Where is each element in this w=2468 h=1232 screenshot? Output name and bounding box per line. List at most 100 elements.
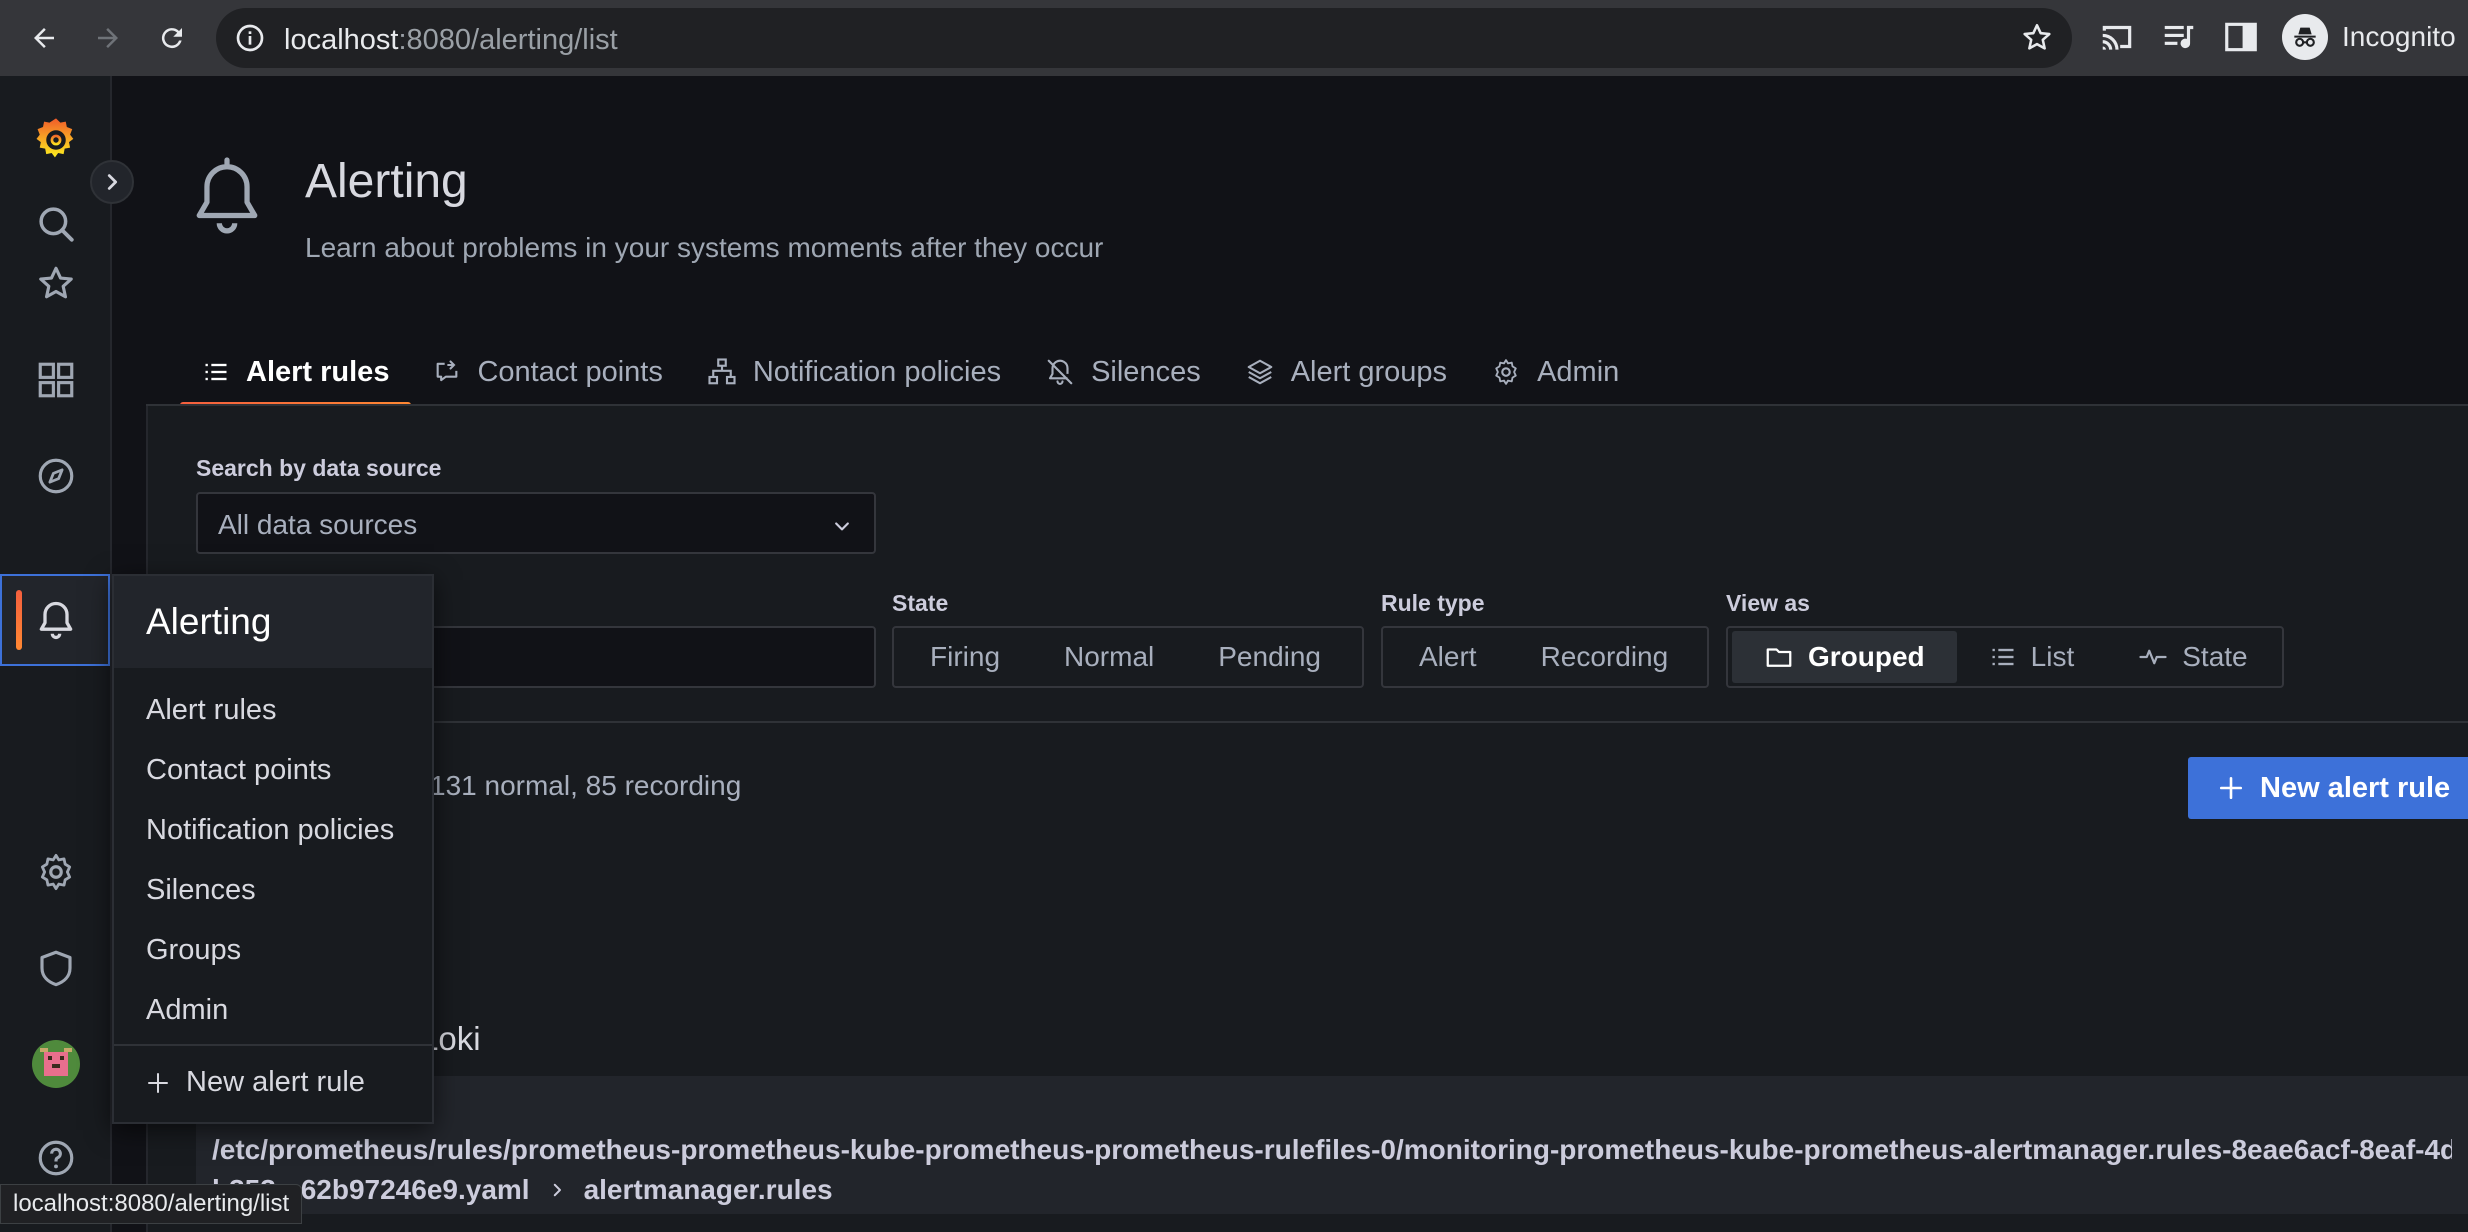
state-radio-group: Firing Normal Pending bbox=[892, 626, 1364, 688]
view-as-radio-group: Grouped List State bbox=[1726, 626, 2284, 688]
chevron-right-small-icon bbox=[553, 1183, 561, 1197]
rule-group-path: /etc/prometheus/rules/prometheus-prometh… bbox=[212, 1134, 2452, 1165]
chevron-right-icon bbox=[107, 174, 118, 190]
flyout-item-groups[interactable]: Groups bbox=[114, 920, 432, 980]
tab-label: Alert rules bbox=[246, 355, 390, 388]
cast-icon[interactable] bbox=[2098, 18, 2136, 56]
flyout-item-notification-policies[interactable]: Notification policies bbox=[114, 800, 432, 860]
heartbeat-icon bbox=[2139, 649, 2167, 665]
tab-contact-points[interactable]: Contact points bbox=[411, 340, 684, 404]
search-icon[interactable] bbox=[28, 196, 84, 252]
list-icon bbox=[205, 363, 227, 381]
rules-summary: 131 normal, 85 recording bbox=[430, 770, 742, 801]
folder-icon bbox=[1766, 648, 1792, 667]
view-state-option[interactable]: State bbox=[2106, 631, 2279, 683]
user-avatar-icon[interactable] bbox=[28, 1036, 84, 1092]
sidebar-item-alerting[interactable] bbox=[0, 574, 110, 666]
starred-icon[interactable] bbox=[28, 256, 84, 312]
tab-label: Contact points bbox=[477, 355, 663, 388]
list-ul-icon bbox=[1992, 648, 2014, 666]
view-option-label: List bbox=[2030, 641, 2075, 672]
site-info-icon[interactable] bbox=[234, 22, 266, 54]
flyout-item-admin[interactable]: Admin bbox=[114, 980, 432, 1040]
layer-group-icon bbox=[1247, 359, 1273, 385]
rule-group-name: alertmanager.rules bbox=[583, 1174, 833, 1205]
tab-alert-rules[interactable]: Alert rules bbox=[180, 340, 412, 408]
rule-type-filter-label: Rule type bbox=[1381, 590, 1485, 616]
tab-silences[interactable]: Silences bbox=[1023, 340, 1223, 404]
state-pending-option[interactable]: Pending bbox=[1186, 631, 1353, 683]
state-filter-label: State bbox=[892, 590, 949, 616]
chevron-down-icon bbox=[832, 516, 852, 536]
rule-type-alert-option[interactable]: Alert bbox=[1387, 631, 1509, 683]
plus-icon bbox=[148, 1072, 168, 1093]
rule-type-radio-group: Alert Recording bbox=[1381, 626, 1709, 688]
new-alert-rule-button[interactable]: New alert rule bbox=[2188, 757, 2468, 819]
state-normal-option[interactable]: Normal bbox=[1032, 631, 1186, 683]
filters-divider bbox=[196, 721, 2468, 723]
tab-label: Notification policies bbox=[752, 355, 1002, 388]
link-status-bubble: localhost:8080/alerting/list bbox=[0, 1184, 303, 1224]
page-subtitle: Learn about problems in your systems mom… bbox=[305, 232, 1104, 263]
sidebar-expand-button[interactable] bbox=[90, 160, 134, 204]
plus-icon bbox=[2219, 776, 2243, 800]
address-bar[interactable]: localhost:8080/alerting/list bbox=[216, 8, 2072, 68]
flyout-item-alert-rules[interactable]: Alert rules bbox=[114, 680, 432, 740]
tab-admin[interactable]: Admin bbox=[1469, 340, 1641, 404]
flyout-title[interactable]: Alerting bbox=[114, 576, 432, 668]
help-icon[interactable] bbox=[28, 1130, 84, 1186]
view-list-option[interactable]: List bbox=[1957, 631, 2107, 683]
rule-group-path-line2: b353-c62b97246e9.yaml alertmanager.rules bbox=[212, 1168, 833, 1212]
reload-icon bbox=[161, 28, 182, 49]
flyout-items: Alert rules Contact points Notification … bbox=[114, 668, 432, 1040]
view-grouped-option[interactable]: Grouped bbox=[1732, 631, 1957, 683]
forward-button[interactable] bbox=[84, 14, 132, 62]
sidebar bbox=[0, 76, 112, 1232]
tab-bar: Alert rules Contact points Notification … bbox=[180, 340, 1641, 408]
cog-icon bbox=[1495, 359, 1517, 385]
datasource-filter-label: Search by data source bbox=[196, 455, 442, 481]
tab-alert-groups[interactable]: Alert groups bbox=[1223, 340, 1469, 404]
grafana-logo-icon[interactable] bbox=[28, 112, 84, 168]
tab-label: Admin bbox=[1537, 355, 1620, 388]
browser-toolbar: localhost:8080/alerting/list Incognito bbox=[0, 0, 2468, 76]
flyout-item-contact-points[interactable]: Contact points bbox=[114, 740, 432, 800]
flyout-divider bbox=[114, 1044, 432, 1046]
state-firing-option[interactable]: Firing bbox=[898, 631, 1032, 683]
incognito-profile[interactable]: Incognito bbox=[2282, 14, 2456, 60]
incognito-label: Incognito bbox=[2342, 21, 2456, 52]
flyout-new-alert-rule[interactable]: New alert rule bbox=[146, 1066, 365, 1099]
view-option-label: Grouped bbox=[1808, 641, 1925, 672]
active-indicator bbox=[16, 590, 22, 650]
datasource-select-value: All data sources bbox=[218, 509, 418, 540]
dashboards-icon[interactable] bbox=[28, 352, 84, 408]
tab-label: Silences bbox=[1091, 355, 1201, 388]
search-rules-input[interactable] bbox=[420, 626, 876, 688]
datasource-select[interactable]: All data sources bbox=[196, 492, 876, 554]
flyout-new-label: New alert rule bbox=[186, 1066, 365, 1098]
flyout-item-silences[interactable]: Silences bbox=[114, 860, 432, 920]
back-button[interactable] bbox=[20, 14, 68, 62]
arrow-left-icon bbox=[34, 28, 54, 48]
configuration-gear-icon[interactable] bbox=[28, 844, 84, 900]
bell-slash-icon bbox=[1047, 359, 1073, 385]
server-admin-shield-icon[interactable] bbox=[28, 940, 84, 996]
incognito-icon bbox=[2282, 14, 2328, 60]
explore-compass-icon[interactable] bbox=[28, 448, 84, 504]
bell-icon bbox=[34, 598, 78, 642]
arrow-right-icon bbox=[98, 28, 118, 48]
reload-button[interactable] bbox=[148, 14, 196, 62]
view-as-label: View as bbox=[1726, 590, 1810, 616]
new-alert-rule-label: New alert rule bbox=[2260, 771, 2451, 804]
tab-notification-policies[interactable]: Notification policies bbox=[685, 340, 1023, 404]
tab-label: Alert groups bbox=[1290, 355, 1448, 388]
media-queue-icon[interactable] bbox=[2160, 18, 2198, 56]
page-bell-icon bbox=[190, 155, 264, 239]
alerting-flyout-menu: Alerting Alert rules Contact points Noti… bbox=[112, 574, 434, 1124]
rule-type-recording-option[interactable]: Recording bbox=[1509, 631, 1701, 683]
sitemap-icon bbox=[708, 358, 736, 385]
side-panel-icon[interactable] bbox=[2222, 18, 2260, 56]
bookmark-star-icon[interactable] bbox=[2020, 21, 2054, 55]
comment-alt-share-icon bbox=[437, 360, 458, 382]
view-option-label: State bbox=[2182, 641, 2248, 672]
